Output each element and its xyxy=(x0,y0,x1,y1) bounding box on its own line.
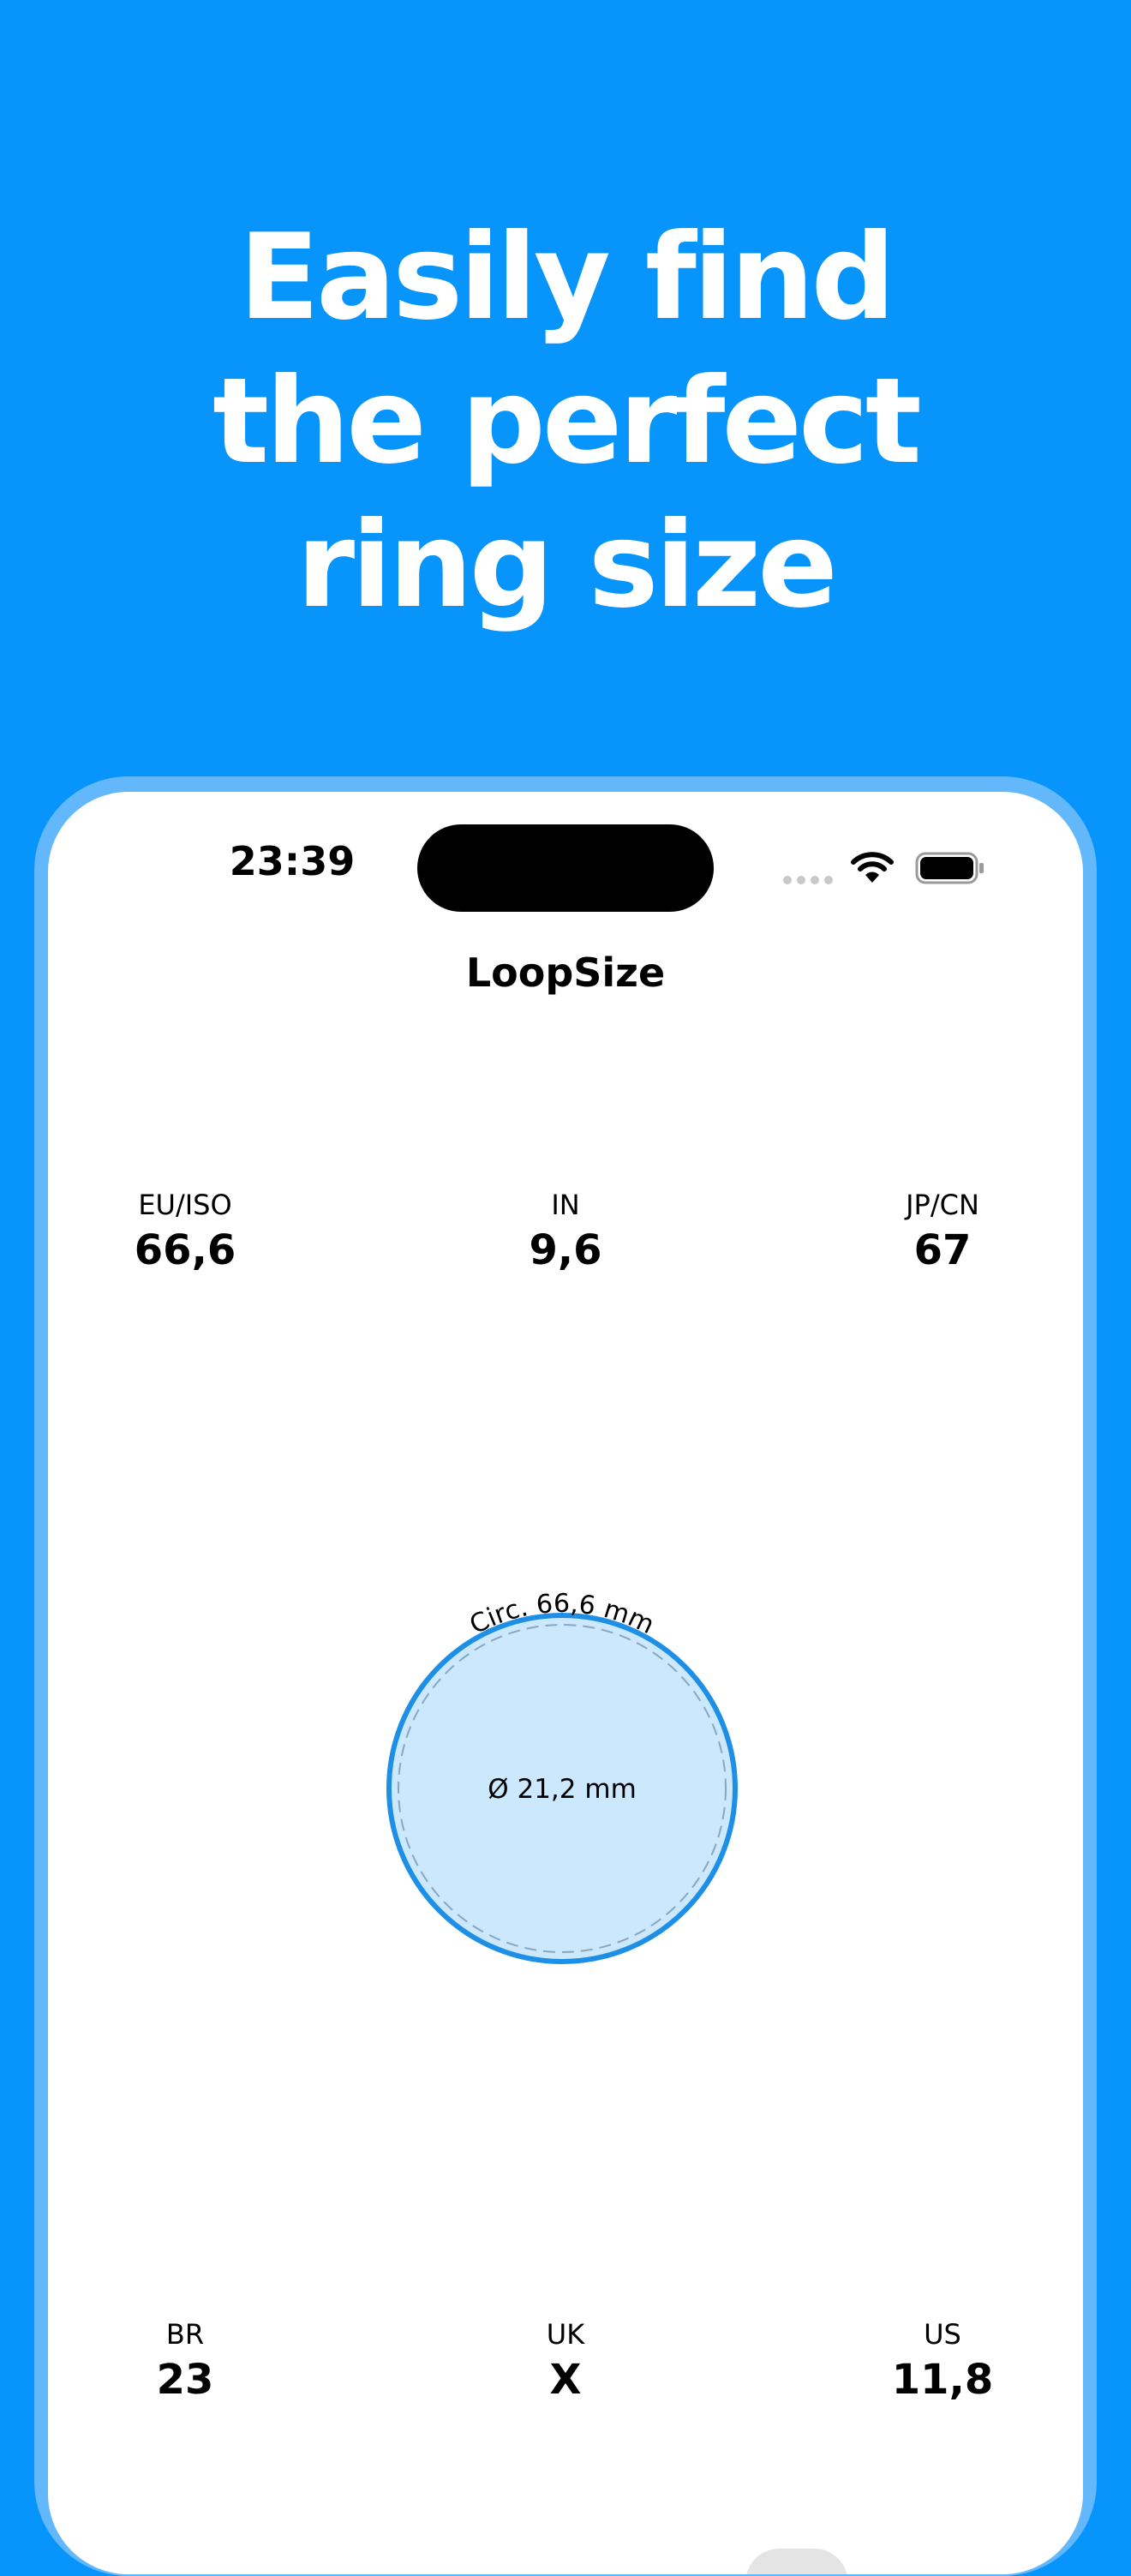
size-label: US xyxy=(924,2318,961,2351)
app-title: LoopSize xyxy=(465,950,666,996)
size-value: 66,6 xyxy=(134,1226,236,1274)
size-label: JP/CN xyxy=(906,1189,979,1221)
dynamic-island xyxy=(417,824,714,912)
size-label: BR xyxy=(165,2318,205,2351)
battery-icon xyxy=(915,852,984,884)
size-uk: UK X xyxy=(428,2317,703,2405)
size-label: UK xyxy=(546,2318,585,2351)
size-value: 9,6 xyxy=(529,1226,602,1274)
headline: Easily find the perfect ring size xyxy=(0,206,1131,638)
status-time: 23:39 xyxy=(229,838,356,884)
size-label: EU/ISO xyxy=(138,1189,232,1221)
size-us: US 11,8 xyxy=(805,2317,1080,2405)
size-value: 67 xyxy=(913,1226,972,1274)
cellular-signal-icon xyxy=(783,876,833,884)
headline-line-1: Easily find xyxy=(238,208,896,346)
size-value: 11,8 xyxy=(891,2356,994,2404)
wifi-icon xyxy=(851,852,894,883)
size-in: IN 9,6 xyxy=(428,1188,703,1275)
size-value: 23 xyxy=(156,2356,214,2404)
ring-size-visualizer[interactable]: Circ. 66,6 mm Ø 21,2 mm xyxy=(348,1546,776,1974)
headline-line-2: the perfect xyxy=(212,352,922,490)
size-value: X xyxy=(549,2356,582,2404)
phone-screen: 23:39 LoopSize EU/ISO 66,6 IN 9,6 JP/CN … xyxy=(48,792,1083,2574)
size-br: BR 23 xyxy=(48,2317,322,2405)
headline-line-3: ring size xyxy=(296,496,838,634)
size-label: IN xyxy=(551,1189,580,1221)
diameter-label: Ø 21,2 mm xyxy=(488,1774,637,1805)
partial-control-edge xyxy=(745,2549,848,2574)
size-jp-cn: JP/CN 67 xyxy=(805,1188,1080,1275)
size-eu-iso: EU/ISO 66,6 xyxy=(48,1188,322,1275)
